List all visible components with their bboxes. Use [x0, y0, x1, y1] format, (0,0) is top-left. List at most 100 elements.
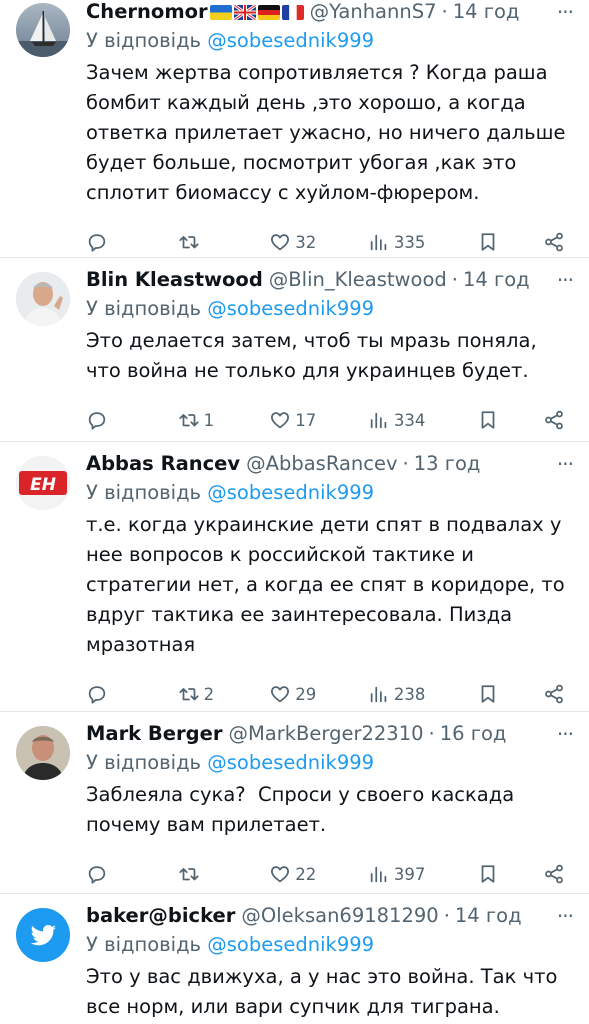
repost-button[interactable] [178, 863, 218, 885]
repost-icon [179, 236, 199, 249]
author-name[interactable]: Mark Berger [86, 722, 222, 746]
share-button[interactable] [543, 409, 565, 431]
tweet-header: Mark Berger @MarkBerger22310 · 16 год [86, 722, 577, 746]
views-button[interactable]: 397 [368, 863, 425, 885]
bookmark-icon [481, 865, 495, 883]
share-icon [545, 232, 563, 252]
tweet-text: Заблеяла сука? Спроси у своего каскада п… [86, 783, 521, 836]
tweet[interactable]: Chernomor @YanhannS7 · 14 год ··· У відп… [0, 0, 589, 258]
tweet-content: Mark Berger @MarkBerger22310 · 16 год ··… [72, 722, 577, 893]
reply-prefix: У відповідь [86, 481, 202, 504]
reply-button[interactable] [86, 409, 126, 431]
secondary-actions [477, 683, 565, 705]
more-options-icon[interactable]: ··· [557, 906, 574, 926]
ukraine-flag-icon [209, 4, 232, 20]
avatar[interactable]: EH [16, 456, 70, 510]
like-button[interactable]: 17 [269, 409, 316, 431]
mention-link[interactable]: @sobesednik999 [207, 481, 374, 504]
tweet-text: Зачем жертва сопротивляется ? Когда раша… [86, 61, 566, 204]
author-handle[interactable]: @Blin_Kleastwood [269, 268, 447, 292]
views-chart-icon [370, 866, 387, 883]
avatar[interactable] [16, 908, 70, 962]
view-count: 238 [393, 684, 426, 704]
views-chart-icon [370, 412, 387, 429]
tweet[interactable]: Blin Kleastwood @Blin_Kleastwood · 14 го… [0, 258, 589, 442]
mention-link[interactable]: @sobesednik999 [207, 297, 374, 320]
reply-context: У відповідь @sobesednik999 [86, 480, 577, 506]
mention-link[interactable]: @sobesednik999 [207, 933, 374, 956]
repost-button[interactable]: 2 [178, 683, 218, 705]
bookmark-icon [481, 685, 495, 703]
timestamp[interactable]: 13 год [414, 452, 481, 476]
action-bar: 1 17 334 [86, 400, 577, 440]
avatar-column [16, 268, 72, 441]
views-button[interactable]: 238 [368, 683, 426, 705]
avatar-column [16, 0, 72, 257]
tweet[interactable]: baker@bicker @Oleksan69181290 · 14 год ·… [0, 894, 589, 1024]
views-button[interactable]: 334 [368, 409, 425, 431]
tweet[interactable]: EH Abbas Rancev @AbbasRancev · 13 год ··… [0, 442, 589, 712]
mention-link[interactable]: @sobesednik999 [207, 29, 374, 52]
avatar[interactable] [16, 726, 70, 780]
author-name[interactable]: Abbas Rancev [86, 452, 240, 476]
more-options-icon[interactable]: ··· [557, 724, 574, 744]
like-count: 17 [295, 410, 317, 430]
views-chart-icon [370, 234, 387, 251]
bookmark-button[interactable] [477, 409, 517, 431]
bookmark-button[interactable] [477, 863, 517, 885]
comment-icon [88, 234, 106, 252]
bookmark-icon [481, 233, 495, 251]
repost-button[interactable] [178, 231, 218, 253]
views-chart-icon [370, 686, 387, 703]
heart-icon [271, 234, 290, 251]
avatar[interactable] [16, 3, 70, 57]
timestamp[interactable]: 14 год [455, 904, 522, 928]
reply-context: У відповідь @sobesednik999 [86, 296, 577, 322]
author-name[interactable]: baker@bicker [86, 904, 235, 928]
reply-button[interactable] [86, 683, 126, 705]
like-button[interactable]: 29 [269, 683, 316, 705]
repost-count: 2 [203, 684, 215, 704]
bookmark-button[interactable] [477, 683, 517, 705]
share-icon [545, 684, 563, 704]
tweet[interactable]: Mark Berger @MarkBerger22310 · 16 год ··… [0, 712, 589, 894]
more-options-icon[interactable]: ··· [557, 270, 574, 290]
separator-dot: · [428, 722, 435, 745]
share-button[interactable] [543, 863, 565, 885]
avatar-column [16, 904, 72, 1024]
more-options-icon[interactable]: ··· [557, 454, 574, 474]
tweet-text: Это у вас движуха, а у нас это война. Та… [86, 965, 558, 1018]
tweet-header: Abbas Rancev @AbbasRancev · 13 год [86, 452, 577, 476]
like-button[interactable]: 22 [269, 863, 316, 885]
share-button[interactable] [543, 231, 565, 253]
bookmark-button[interactable] [477, 231, 517, 253]
reply-button[interactable] [86, 863, 126, 885]
heart-icon [271, 686, 290, 703]
views-button[interactable]: 335 [368, 231, 425, 253]
avatar[interactable] [16, 272, 70, 326]
more-options-icon[interactable]: ··· [557, 2, 574, 22]
separator-dot: · [451, 268, 458, 291]
reply-feed: Chernomor @YanhannS7 · 14 год ··· У відп… [0, 0, 589, 1024]
author-name[interactable]: Blin Kleastwood [86, 268, 263, 292]
france-flag-icon [281, 4, 304, 20]
author-handle[interactable]: @Oleksan69181290 [241, 904, 438, 928]
author-name[interactable]: Chernomor [86, 0, 208, 24]
repost-icon [179, 414, 199, 427]
timestamp[interactable]: 14 год [463, 268, 530, 292]
separator-dot: · [402, 452, 409, 475]
like-button[interactable]: 32 [269, 231, 316, 253]
timestamp[interactable]: 14 год [453, 0, 520, 24]
share-button[interactable] [543, 683, 565, 705]
timestamp[interactable]: 16 год [440, 722, 507, 746]
author-handle[interactable]: @YanhannS7 [310, 0, 437, 24]
separator-dot: · [441, 0, 448, 23]
repost-icon [179, 688, 199, 701]
reply-button[interactable] [86, 231, 126, 253]
action-bar: 32 335 [86, 222, 577, 262]
mention-link[interactable]: @sobesednik999 [207, 751, 374, 774]
share-icon [545, 864, 563, 884]
author-handle[interactable]: @MarkBerger22310 [228, 722, 423, 746]
author-handle[interactable]: @AbbasRancev [246, 452, 397, 476]
repost-button[interactable]: 1 [178, 409, 218, 431]
